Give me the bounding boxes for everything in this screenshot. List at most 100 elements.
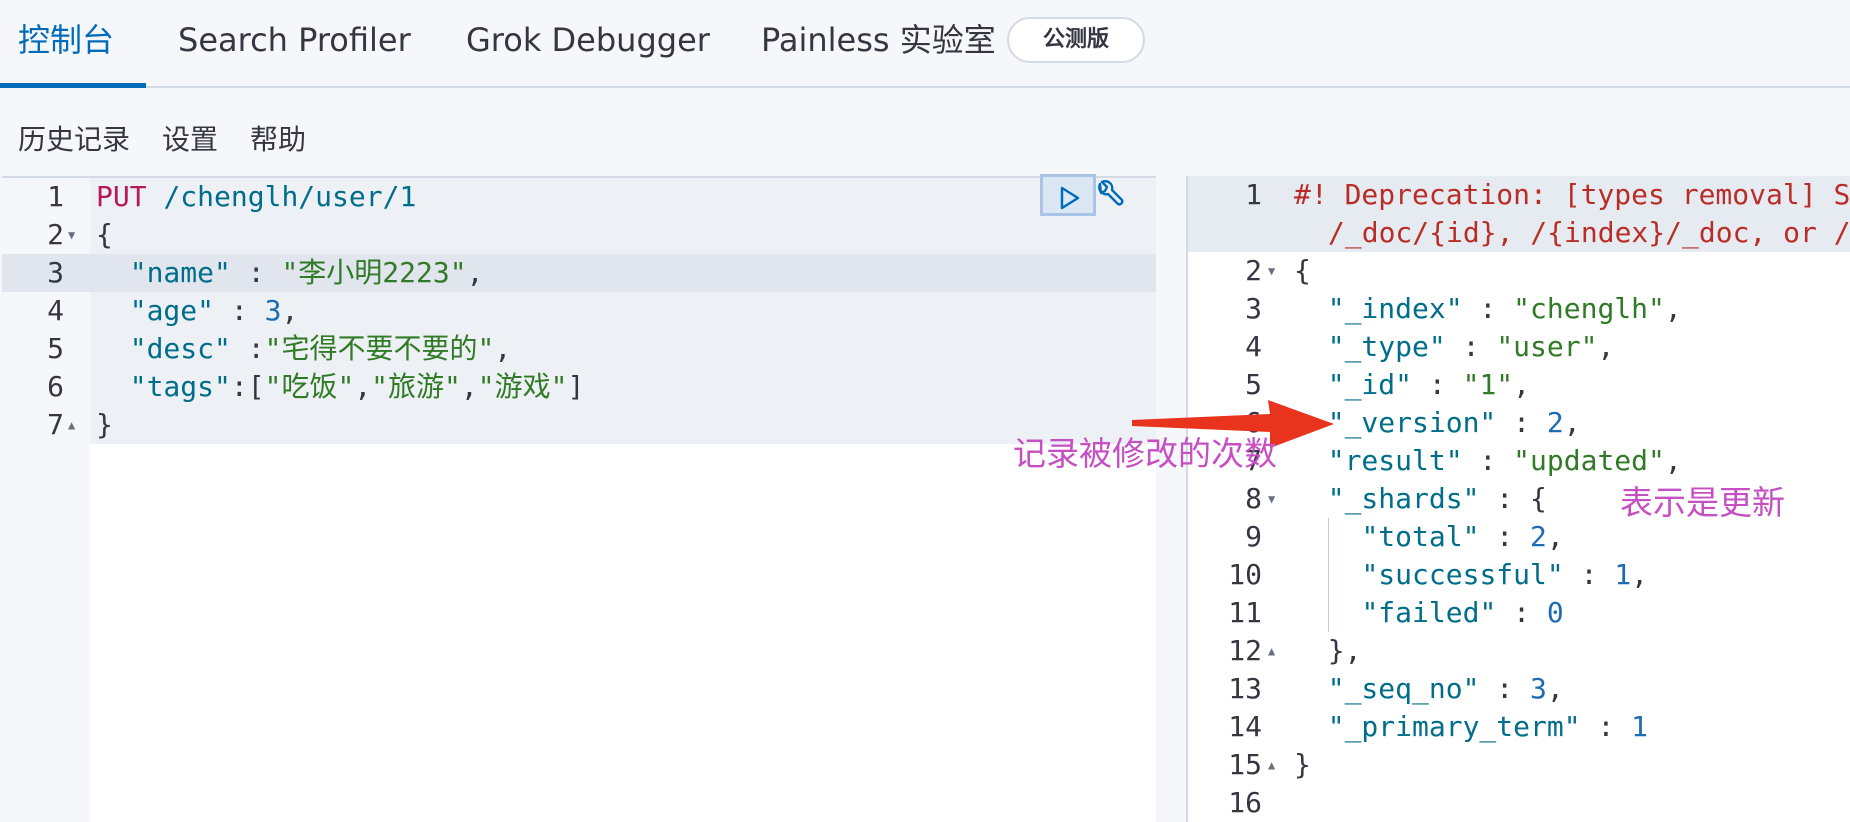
fold-open-icon[interactable]: ▼ <box>1268 252 1275 290</box>
json-number: 1 <box>1614 558 1632 591</box>
json-key: "name" <box>129 256 231 289</box>
json-string: "chenglh" <box>1513 292 1665 325</box>
tab-painless-lab[interactable]: Painless 实验室 <box>761 18 996 62</box>
fold-close-icon[interactable]: ▲ <box>1268 746 1275 784</box>
code-line: } <box>96 406 113 444</box>
code-line: PUT /chenglh/user/1 <box>96 178 416 216</box>
version-annotation: 记录被修改的次数 <box>1013 434 1277 473</box>
json-number: 0 <box>1546 596 1564 629</box>
beta-badge: 公测版 <box>1007 17 1145 63</box>
json-string: "updated" <box>1513 444 1665 477</box>
brace: { <box>96 218 113 251</box>
code-line: "result" : "updated", <box>1327 444 1682 477</box>
line-number: 1 <box>1245 178 1262 211</box>
json-key: "successful" <box>1361 558 1564 591</box>
line-number: 1 <box>47 180 64 213</box>
request-path: /chenglh/user/1 <box>163 180 417 213</box>
request-actions <box>1040 174 1124 218</box>
tab-search-profiler[interactable]: Search Profiler <box>178 18 411 62</box>
json-key: "_type" <box>1327 330 1446 363</box>
line-number: 2 <box>1245 254 1262 287</box>
line-number: 6 <box>47 370 64 403</box>
json-key: "_id" <box>1327 368 1413 401</box>
json-number: 3 <box>264 294 282 327</box>
line-number: 16 <box>1228 786 1262 819</box>
code-line: "successful" : 1, <box>1361 558 1649 591</box>
play-icon <box>1060 186 1080 210</box>
active-tab-indicator <box>0 83 146 88</box>
json-number: 1 <box>1631 710 1649 743</box>
code-line: "failed" : 0 <box>1361 596 1564 629</box>
line-number: 3 <box>47 256 64 289</box>
http-method: PUT <box>96 180 147 213</box>
deprecation-warning: /_doc/{id}, /{index}/_doc, or /{ <box>1328 216 1850 249</box>
line-number: 8 <box>1245 482 1262 515</box>
brace: } <box>96 408 113 441</box>
tab-console[interactable]: 控制台 <box>18 18 114 62</box>
json-number: 3 <box>1530 672 1547 705</box>
json-key: "desc" <box>129 332 231 365</box>
code-line: "desc" :"宅得不要不要的", <box>129 332 512 365</box>
send-request-button[interactable] <box>1040 174 1096 216</box>
top-tab-bar: 控制台 Search Profiler Grok Debugger Painle… <box>0 0 1850 88</box>
result-annotation: 表示是更新 <box>1620 483 1785 522</box>
fold-close-icon[interactable]: ▲ <box>68 406 75 444</box>
line-number: 3 <box>1245 292 1262 325</box>
json-string: "游戏" <box>477 370 568 403</box>
json-key: "_index" <box>1327 292 1463 325</box>
code-line: { <box>96 216 113 254</box>
line-number: 10 <box>1228 558 1262 591</box>
fold-open-icon[interactable]: ▼ <box>68 216 75 254</box>
json-string: "1" <box>1462 368 1514 401</box>
code-line: }, <box>1294 634 1362 667</box>
code-line: "_type" : "user", <box>1327 330 1615 363</box>
json-key: "_seq_no" <box>1327 672 1480 705</box>
code-line: "_index" : "chenglh", <box>1327 292 1682 325</box>
json-number: 2 <box>1530 520 1547 553</box>
brace: } <box>1294 748 1311 781</box>
json-string: "李小明2223" <box>281 256 467 289</box>
menu-help[interactable]: 帮助 <box>250 118 306 162</box>
json-key: "age" <box>129 294 215 327</box>
json-string: "旅游" <box>371 370 461 403</box>
line-number: 7 <box>47 408 64 441</box>
line-number: 11 <box>1228 596 1262 629</box>
json-key: "_shards" <box>1327 482 1480 515</box>
menu-settings[interactable]: 设置 <box>162 118 218 162</box>
json-number: 2 <box>1546 406 1564 439</box>
json-key: "_version" <box>1327 406 1497 439</box>
brace: { <box>1294 254 1311 287</box>
json-key: "tags" <box>129 370 231 403</box>
json-string: "宅得不要不要的" <box>264 332 495 365</box>
line-number: 4 <box>1245 330 1262 363</box>
code-line: } <box>1294 746 1311 784</box>
code-line: { <box>1294 252 1311 290</box>
line-number: 5 <box>47 332 64 365</box>
code-line: "total" : 2, <box>1361 520 1564 553</box>
code-line: "_version" : 2, <box>1327 406 1581 439</box>
fold-open-icon[interactable]: ▼ <box>1268 480 1275 518</box>
json-string: "user" <box>1496 330 1598 363</box>
line-number: 9 <box>1245 520 1262 553</box>
code-line: "age" : 3, <box>129 294 299 327</box>
code-line: "_seq_no" : 3, <box>1327 672 1564 705</box>
json-key: "failed" <box>1361 596 1497 629</box>
tab-grok-debugger[interactable]: Grok Debugger <box>466 18 710 62</box>
deprecation-warning: #! Deprecation: [types removal] Sp <box>1294 178 1850 211</box>
code-line: "_primary_term" : 1 <box>1327 710 1649 743</box>
code-line: "_shards" : { <box>1327 482 1547 515</box>
code-line: "tags":["吃饭","旅游","游戏"] <box>129 370 585 403</box>
line-number: 12 <box>1228 634 1262 667</box>
line-number: 15 <box>1228 748 1262 781</box>
json-key: "total" <box>1361 520 1480 553</box>
fold-close-icon[interactable]: ▲ <box>1268 632 1275 670</box>
wrench-icon[interactable] <box>1092 178 1126 212</box>
line-number: 14 <box>1228 710 1262 743</box>
json-key: "_primary_term" <box>1327 710 1581 743</box>
code-line: "name" : "李小明2223", <box>129 256 484 289</box>
json-key: "result" <box>1327 444 1463 477</box>
menu-history[interactable]: 历史记录 <box>18 118 130 162</box>
line-number: 2 <box>47 218 64 251</box>
request-editor[interactable]: 1 2 3 4 5 6 7 ▼ ▲ PUT /chenglh/user/1 { … <box>2 176 1156 822</box>
line-number: 4 <box>47 294 64 327</box>
